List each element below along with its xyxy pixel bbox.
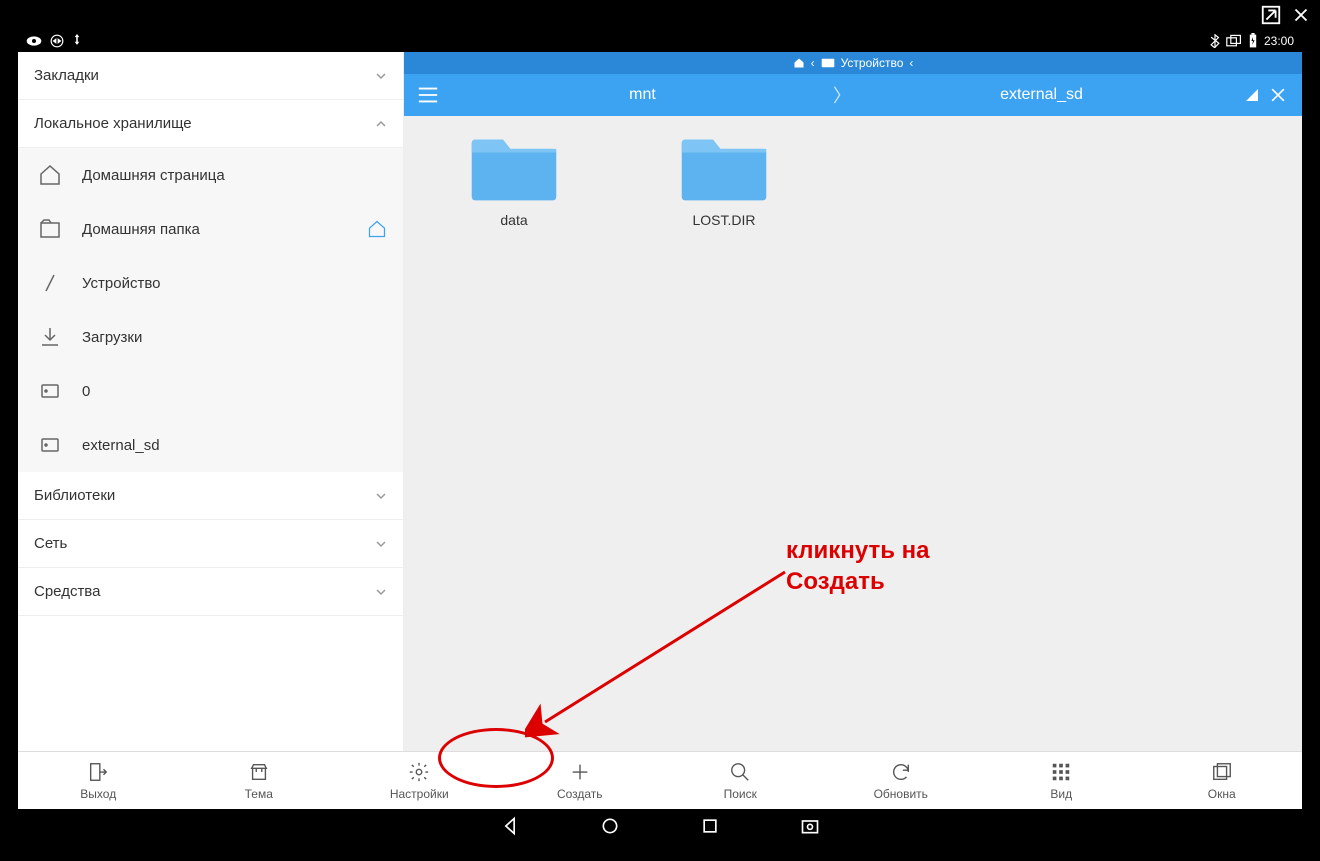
- refresh-icon: [890, 761, 912, 783]
- section-label: Закладки: [34, 67, 99, 84]
- sidebar-section-local-storage[interactable]: Локальное хранилище: [18, 100, 403, 148]
- file-grid: data LOST.DIR: [404, 116, 1302, 809]
- path-segment-mnt[interactable]: mnt: [452, 86, 833, 104]
- windows-button[interactable]: Окна: [1142, 752, 1303, 809]
- toolbar-label: Настройки: [390, 787, 449, 801]
- folder-icon: [678, 136, 770, 204]
- close-icon[interactable]: [1268, 85, 1288, 105]
- windows-icon: [1211, 761, 1233, 783]
- folder-icon: [468, 136, 560, 204]
- sidebar-item-label: Домашняя страница: [82, 167, 225, 184]
- sd-icon: [38, 379, 62, 403]
- arrow-left-small-icon: ‹: [909, 56, 913, 70]
- sidebar-section-network[interactable]: Сеть: [18, 520, 403, 568]
- section-label: Библиотеки: [34, 487, 115, 504]
- bluetooth-icon: [1210, 34, 1220, 48]
- sidebar-item-label: Домашняя папка: [82, 221, 200, 238]
- plus-icon: [569, 761, 591, 783]
- sidebar-item-label: Устройство: [82, 275, 160, 292]
- folder-data[interactable]: data: [454, 136, 574, 228]
- toolbar-label: Создать: [557, 787, 603, 801]
- close-window-icon[interactable]: [1290, 4, 1312, 26]
- sidebar: Закладки Локальное хранилище Домашняя ст…: [18, 52, 404, 809]
- search-icon: [729, 761, 751, 783]
- folder-lostdir[interactable]: LOST.DIR: [664, 136, 784, 228]
- breadcrumb-device: Устройство: [841, 56, 904, 70]
- folder-label: data: [500, 212, 527, 228]
- eye-icon: [26, 35, 42, 47]
- sidebar-item-label: 0: [82, 383, 90, 400]
- home-circle-icon[interactable]: [600, 816, 620, 836]
- view-button[interactable]: Вид: [981, 752, 1142, 809]
- chevron-up-icon: [375, 118, 387, 130]
- create-button[interactable]: Создать: [500, 752, 661, 809]
- home-icon: [38, 163, 62, 187]
- main-area: ‹ Устройство ‹ mnt 〉 external_sd: [404, 52, 1302, 809]
- home-icon: [793, 57, 805, 69]
- section-label: Сеть: [34, 535, 67, 552]
- home-folder-icon: [38, 217, 62, 241]
- download-icon: [38, 325, 62, 349]
- sidebar-item-device[interactable]: Устройство: [18, 256, 403, 310]
- path-bar: mnt 〉 external_sd: [404, 74, 1302, 116]
- path-segment-external-sd[interactable]: external_sd: [851, 86, 1232, 104]
- folder-label: LOST.DIR: [692, 212, 755, 228]
- android-status-bar: 23:00: [18, 30, 1302, 52]
- gear-icon: [408, 761, 430, 783]
- recent-square-icon[interactable]: [700, 816, 720, 836]
- toolbar-label: Вид: [1050, 787, 1072, 801]
- screens-icon: [1226, 34, 1242, 48]
- triangle-indicator-icon[interactable]: [1246, 89, 1258, 101]
- hamburger-menu[interactable]: [404, 86, 452, 104]
- sidebar-item-home-folder[interactable]: Домашняя папка: [18, 202, 403, 256]
- toolbar-label: Тема: [245, 787, 273, 801]
- toolbar-label: Окна: [1208, 787, 1236, 801]
- top-breadcrumb-strip[interactable]: ‹ Устройство ‹: [404, 52, 1302, 74]
- sidebar-item-downloads[interactable]: Загрузки: [18, 310, 403, 364]
- device-small-icon: [821, 58, 835, 68]
- sidebar-item-home-page[interactable]: Домашняя страница: [18, 148, 403, 202]
- refresh-button[interactable]: Обновить: [821, 752, 982, 809]
- sd-icon: [38, 433, 62, 457]
- search-button[interactable]: Поиск: [660, 752, 821, 809]
- exit-icon: [87, 761, 109, 783]
- section-label: Локальное хранилище: [34, 115, 192, 132]
- popout-icon[interactable]: [1260, 4, 1282, 26]
- exit-button[interactable]: Выход: [18, 752, 179, 809]
- theme-button[interactable]: Тема: [179, 752, 340, 809]
- sidebar-section-tools[interactable]: Средства: [18, 568, 403, 616]
- chevron-down-icon: [375, 538, 387, 550]
- path-separator-icon: 〉: [833, 82, 851, 108]
- status-time: 23:00: [1264, 34, 1294, 48]
- theme-icon: [248, 761, 270, 783]
- sidebar-item-zero[interactable]: 0: [18, 364, 403, 418]
- sidebar-section-bookmarks[interactable]: Закладки: [18, 52, 403, 100]
- chevron-down-icon: [375, 70, 387, 82]
- android-nav-bar: [18, 809, 1302, 843]
- sidebar-section-libraries[interactable]: Библиотеки: [18, 472, 403, 520]
- window-controls: [1260, 4, 1312, 26]
- settings-button[interactable]: Настройки: [339, 752, 500, 809]
- chevron-down-icon: [375, 490, 387, 502]
- sidebar-item-label: external_sd: [82, 437, 160, 454]
- toolbar-label: Поиск: [724, 787, 757, 801]
- bottom-toolbar: Выход Тема Настройки Создать Поиск Обнов…: [18, 751, 1302, 809]
- toolbar-label: Обновить: [874, 787, 928, 801]
- chevron-down-icon: [375, 586, 387, 598]
- sidebar-item-external-sd[interactable]: external_sd: [18, 418, 403, 472]
- sidebar-item-label: Загрузки: [82, 329, 142, 346]
- battery-charging-icon: [1248, 33, 1258, 49]
- home-active-icon: [367, 219, 387, 239]
- arrow-left-small-icon: ‹: [811, 56, 815, 70]
- teamviewer-icon: [50, 34, 64, 48]
- grid-icon: [1050, 761, 1072, 783]
- section-label: Средства: [34, 583, 100, 600]
- back-icon[interactable]: [500, 816, 520, 836]
- screenshot-icon[interactable]: [800, 816, 820, 836]
- usb-icon: [72, 34, 82, 48]
- toolbar-label: Выход: [80, 787, 116, 801]
- slash-icon: [38, 271, 62, 295]
